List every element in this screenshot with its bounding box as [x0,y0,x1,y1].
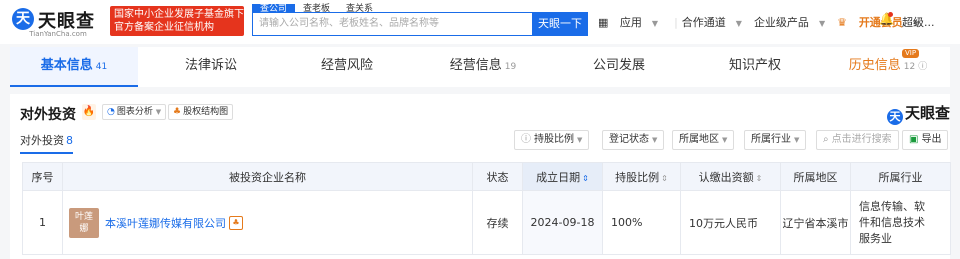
filter-industry[interactable]: 所属行业 ▼ [744,130,807,150]
cell-established: 2024-09-18 [522,190,603,255]
info-icon: ⓘ [521,134,531,145]
tab-basic-info[interactable]: 基本信息 41 [10,47,138,87]
vip-tag: VIP [902,49,920,58]
search-button[interactable]: 天眼一下 [532,12,588,36]
section-title: 对外投资 [20,107,76,123]
logo-domain: TianYanCha.com [29,30,87,38]
chevron-down-icon: ▼ [735,19,742,28]
sort-icon: ⇕ [755,173,763,183]
nav-cooperation[interactable]: 合作通道 ▼ [682,16,746,29]
chart-icon: ◔ [107,107,115,117]
hot-icon: 🔥 [82,104,96,120]
cell-index: 1 [22,190,63,255]
company-link[interactable]: 本溪叶莲娜传媒有限公司 [105,217,226,230]
tab-history[interactable]: VIP 历史信息 12 ⓘ [826,47,950,87]
user-menu[interactable]: 超级... [902,14,935,30]
col-company: 被投资企业名称 [62,162,473,191]
excel-icon: ▣ [909,134,919,145]
investment-section: 对外投资 🔥 ◔ 图表分析 ▼ ♣ 股权结构图 天天眼查 对外投资 8 ⓘ 持股比例 ▼ … [10,94,951,259]
search-icon: ⌕ [823,134,829,145]
search-mode-tabs: 查公司 查老板 查关系 [252,0,381,15]
chart-analysis-button[interactable]: ◔ 图表分析 ▼ [102,104,167,120]
investment-table: 序号 被投资企业名称 状态 成立日期 ⇕ 持股比例 ⇕ 认缴出资额 ⇕ 所属地区 所属… [22,162,951,255]
org-chart-icon: ♣ [173,107,182,117]
chevron-down-icon: ▼ [722,136,728,144]
col-status: 状态 [472,162,523,191]
badge-line-2: 官方备案企业征信机构 [114,22,214,33]
sort-icon: ⇕ [582,173,589,183]
cell-capital: 10万元人民币 [680,190,781,255]
tianyancha-logo[interactable]: 天 天眼查 TianYanCha.com [12,6,104,38]
chevron-down-icon: ▼ [577,136,583,144]
cell-ratio: 100% [602,190,681,255]
chevron-down-icon: ▼ [794,136,800,144]
chevron-down-icon: ▼ [652,136,658,144]
col-ratio[interactable]: 持股比例 ⇕ [602,162,681,191]
notification-dot [888,12,893,17]
filter-reg-status[interactable]: 登记状态 ▼ [602,130,665,150]
chevron-down-icon: ▼ [155,108,162,116]
cell-status: 存续 [472,190,523,255]
col-index: 序号 [22,162,63,191]
main-tabs: 基本信息 41 法律诉讼 经营风险 经营信息 19 公司发展 知识产权 VIP 历史信… [10,47,950,87]
tab-ip[interactable]: 知识产权 [690,47,820,87]
tab-risk[interactable]: 经营风险 [282,47,412,87]
crown-icon: ♛ [837,16,847,29]
table-row: 1 叶莲娜本溪叶莲娜传媒有限公司 ♣ 存续 2024-09-18 100% 10万… [22,190,951,255]
col-established[interactable]: 成立日期 ⇕ [522,162,603,191]
equity-structure-button[interactable]: ♣ 股权结构图 [168,104,234,120]
sort-icon: ⇕ [661,173,668,183]
badge-line-1: 国家中小企业发展子基金旗下 [114,9,244,20]
filter-shareholding[interactable]: ⓘ 持股比例 ▼ [514,130,590,150]
chevron-down-icon: ▼ [651,19,659,28]
cell-industry: 信息传输、软 件和信息技术 服务业 [850,190,951,255]
table-header-row: 序号 被投资企业名称 状态 成立日期 ⇕ 持股比例 ⇕ 认缴出资额 ⇕ 所属地区 所属… [22,162,951,191]
cell-region: 辽宁省本溪市 [780,190,851,255]
brand-watermark: 天天眼查 [886,102,950,125]
filter-region[interactable]: 所属地区 ▼ [672,130,735,150]
top-header: 天 天眼查 TianYanCha.com 国家中小企业发展子基金旗下 官方备案企… [0,0,960,44]
tab-operation[interactable]: 经营信息 19 [418,47,548,87]
table-search-input[interactable]: ⌕ 点击进行搜索 [816,130,899,150]
help-icon[interactable]: ⓘ [918,62,927,72]
tab-legal[interactable]: 法律诉讼 [146,47,276,87]
nav-enterprise[interactable]: 企业级产品 ▼ [754,16,829,29]
export-button[interactable]: ▣ 导出 [902,130,949,150]
search-input[interactable]: 请输入公司名称、老板姓名、品牌名称等 [252,12,534,36]
cell-company: 叶莲娜本溪叶莲娜传媒有限公司 ♣ [62,190,473,255]
grid-icon: ▦ [598,16,609,29]
company-logo[interactable]: 叶莲娜 [69,207,99,238]
org-chart-icon[interactable]: ♣ [229,215,243,230]
nav-apps[interactable]: ▦ 应用 ▼ [598,16,662,29]
col-capital[interactable]: 认缴出资额 ⇕ [680,162,781,191]
tab-development[interactable]: 公司发展 [554,47,684,87]
logo-mark-icon: 天 [12,8,34,30]
official-badge: 国家中小企业发展子基金旗下 官方备案企业征信机构 [110,6,244,36]
col-industry: 所属行业 [850,162,951,191]
col-region: 所属地区 [780,162,851,191]
subtab-investment[interactable]: 对外投资 8 [20,132,73,154]
logo-mark-icon: 天 [886,109,903,125]
chevron-down-icon: ▼ [818,19,826,28]
